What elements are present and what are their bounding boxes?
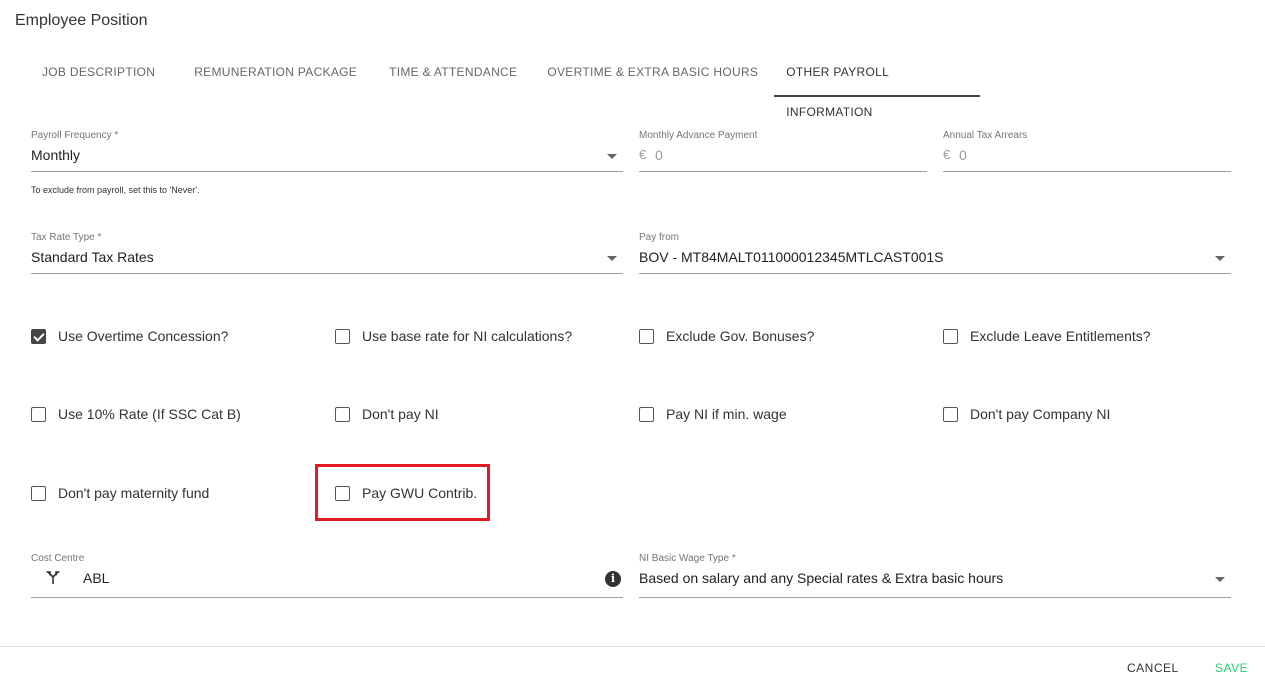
save-button[interactable]: SAVE	[1215, 661, 1248, 675]
exclude-gov-bonuses-checkbox[interactable]: Exclude Gov. Bonuses?	[639, 328, 814, 344]
field-underline	[639, 597, 1231, 598]
tab-time-attendance[interactable]: TIME & ATTENDANCE	[373, 52, 533, 97]
cost-centre-input[interactable]: Cost Centre ABL i	[31, 553, 623, 598]
field-underline	[639, 171, 927, 172]
payroll-frequency-select[interactable]: Payroll Frequency * Monthly	[31, 130, 623, 174]
cost-centre-value: ABL	[83, 570, 110, 586]
tab-remuneration-package[interactable]: REMUNERATION PACKAGE	[171, 52, 373, 97]
checkbox-box[interactable]	[31, 406, 46, 422]
checkbox-box[interactable]	[335, 328, 350, 344]
checkbox-box[interactable]	[31, 485, 46, 501]
cost-centre-label: Cost Centre	[31, 553, 85, 564]
annual-tax-arrears-label: Annual Tax Arrears	[943, 130, 1028, 141]
tab-other-payroll-information[interactable]: OTHER PAYROLL INFORMATION	[774, 52, 981, 119]
caret-down-icon	[607, 154, 617, 159]
field-underline	[31, 171, 623, 172]
dont-pay-maternity-fund-checkbox[interactable]: Don't pay maternity fund	[31, 485, 209, 501]
checkbox-box[interactable]	[943, 406, 958, 422]
pay-from-select[interactable]: Pay from BOV - MT84MALT011000012345MTLCA…	[639, 232, 1231, 276]
checkbox-box[interactable]	[639, 406, 654, 422]
checkbox-label: Exclude Leave Entitlements?	[970, 328, 1151, 344]
tab-bar: JOB DESCRIPTION REMUNERATION PACKAGE TIM…	[26, 52, 981, 119]
highlight-box	[315, 464, 490, 521]
checkbox-label: Use 10% Rate (If SSC Cat B)	[58, 406, 241, 422]
ni-basic-wage-type-select[interactable]: NI Basic Wage Type * Based on salary and…	[639, 553, 1231, 598]
checkbox-label: Use Overtime Concession?	[58, 328, 229, 344]
fork-icon	[46, 571, 60, 584]
checkbox-label: Use base rate for NI calculations?	[362, 328, 573, 344]
use-10-rate-checkbox[interactable]: Use 10% Rate (If SSC Cat B)	[31, 406, 241, 422]
payroll-frequency-hint: To exclude from payroll, set this to 'Ne…	[31, 185, 200, 195]
monthly-advance-payment-input[interactable]: Monthly Advance Payment € 0	[639, 130, 927, 174]
info-icon[interactable]: i	[605, 571, 621, 587]
caret-down-icon	[1215, 256, 1225, 261]
tax-rate-type-select[interactable]: Tax Rate Type * Standard Tax Rates	[31, 232, 623, 276]
cancel-button[interactable]: CANCEL	[1127, 661, 1179, 675]
caret-down-icon	[607, 256, 617, 261]
field-underline	[943, 171, 1231, 172]
checkbox-box[interactable]	[31, 328, 46, 344]
checkbox-box[interactable]	[639, 328, 654, 344]
tax-rate-type-value: Standard Tax Rates	[31, 249, 154, 265]
tab-overtime-extra-basic-hours[interactable]: OVERTIME & EXTRA BASIC HOURS	[533, 52, 774, 97]
tax-rate-type-label: Tax Rate Type *	[31, 232, 102, 243]
exclude-leave-entitlements-checkbox[interactable]: Exclude Leave Entitlements?	[943, 328, 1151, 344]
page-title: Employee Position	[15, 12, 148, 29]
checkbox-box[interactable]	[943, 328, 958, 344]
checkbox-box[interactable]	[335, 406, 350, 422]
use-base-rate-ni-checkbox[interactable]: Use base rate for NI calculations?	[335, 328, 572, 344]
dont-pay-ni-checkbox[interactable]: Don't pay NI	[335, 406, 439, 422]
dont-pay-company-ni-checkbox[interactable]: Don't pay Company NI	[943, 406, 1110, 422]
field-underline	[31, 597, 623, 598]
pay-from-value: BOV - MT84MALT011000012345MTLCAST001S	[639, 249, 944, 265]
annual-tax-arrears-value: 0	[959, 147, 967, 163]
caret-down-icon	[1215, 577, 1225, 582]
ni-basic-wage-type-value: Based on salary and any Special rates & …	[639, 570, 1004, 586]
use-overtime-concession-checkbox[interactable]: Use Overtime Concession?	[31, 328, 228, 344]
ni-basic-wage-type-label: NI Basic Wage Type *	[639, 553, 736, 564]
pay-ni-min-wage-checkbox[interactable]: Pay NI if min. wage	[639, 406, 787, 422]
monthly-advance-payment-value: 0	[655, 147, 663, 163]
euro-symbol: €	[943, 147, 951, 162]
pay-from-label: Pay from	[639, 232, 680, 243]
footer-divider	[0, 646, 1265, 647]
field-underline	[31, 273, 623, 274]
payroll-frequency-label: Payroll Frequency *	[31, 130, 119, 141]
checkbox-label: Don't pay NI	[362, 406, 439, 422]
field-underline	[639, 273, 1231, 274]
tab-job-description[interactable]: JOB DESCRIPTION	[26, 52, 171, 97]
euro-symbol: €	[639, 147, 647, 162]
checkbox-label: Pay NI if min. wage	[666, 406, 787, 422]
payroll-frequency-value: Monthly	[31, 147, 81, 163]
checkbox-label: Exclude Gov. Bonuses?	[666, 328, 815, 344]
annual-tax-arrears-input[interactable]: Annual Tax Arrears € 0	[943, 130, 1231, 174]
monthly-advance-payment-label: Monthly Advance Payment	[639, 130, 758, 141]
checkbox-label: Don't pay Company NI	[970, 406, 1111, 422]
checkbox-label: Don't pay maternity fund	[58, 485, 210, 501]
